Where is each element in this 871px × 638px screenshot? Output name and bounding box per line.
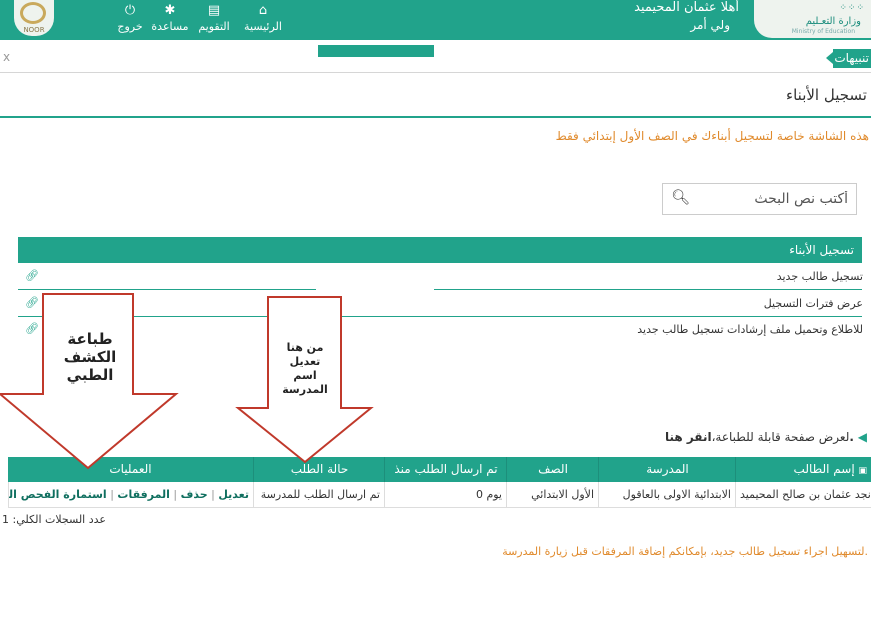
search-icon[interactable]: 🔍︎	[671, 188, 690, 206]
attachments-footnote: لتسهيل اجراء تسجيل طالب جديد، بإمكانكم إ…	[502, 545, 868, 558]
tab-bar-highlight	[318, 45, 434, 57]
title-divider	[0, 116, 871, 118]
callout-edit-school: من هنا تعديل اسم المدرسة	[272, 341, 338, 397]
tab-notifications[interactable]: تنبيهات	[826, 49, 871, 68]
callout-line: من هنا	[286, 341, 324, 354]
attachments-link[interactable]: المرفقات	[117, 488, 169, 501]
callout-line: تعديل	[289, 355, 321, 368]
callout-line: الكشف الطبي	[63, 348, 117, 384]
table-row: نجد عثمان بن صالح المحيميد الابتدائية ال…	[8, 482, 871, 508]
gear-icon: ✱	[164, 3, 176, 18]
column-header-status: حالة الطلب	[253, 457, 385, 482]
ministry-name: وزارة التعـليم	[805, 16, 861, 27]
tab-bar: x تنبيهات	[0, 45, 871, 73]
row-divider	[18, 316, 862, 317]
search-box: 🔍︎	[662, 183, 857, 215]
ministry-logo: ⁘⁘⁘ وزارة التعـليم Ministry of Education	[754, 0, 871, 38]
callout-medical-print: طباعة الكشف الطبي	[50, 330, 130, 384]
column-header-school: المدرسة	[598, 457, 736, 482]
noor-logo: NOOR	[14, 0, 54, 36]
print-link-prefix: لعرض صفحة قابلة للطباعة،	[711, 430, 850, 444]
column-header-since: تم ارسال الطلب منذ	[384, 457, 507, 482]
link-icon[interactable]: 🔗︎	[25, 269, 39, 282]
medical-form-link[interactable]: استمارة الفحص الطبي الميداني	[9, 488, 107, 501]
nav-calendar-label: التقويم	[198, 20, 230, 33]
table-header: إسم الطالب ▣ المدرسة الصف تم ارسال الطلب…	[8, 457, 871, 482]
nav-logout-label: خروج	[117, 20, 143, 33]
calendar-icon: ▤	[207, 3, 221, 18]
page-title: تسجيل الأبناء	[786, 86, 867, 104]
nav-logout[interactable]: ⏻ خروج	[110, 0, 150, 40]
callout-line: المدرسة	[282, 383, 328, 396]
panel-heading: تسجيل الأبناء	[18, 237, 862, 263]
noor-logo-text: NOOR	[23, 26, 45, 34]
link-icon[interactable]: 🔗︎	[25, 322, 39, 335]
cell-status: تم ارسال الطلب للمدرسة	[253, 482, 384, 507]
records-total: عدد السجلات الكلي: 1	[2, 513, 106, 526]
column-header-student[interactable]: إسم الطالب ▣	[735, 457, 871, 482]
row-divider	[434, 289, 862, 290]
panel-item-new-student[interactable]: تسجيل طالب جديد	[777, 270, 863, 283]
ministry-name-en: Ministry of Education	[791, 28, 855, 35]
search-input[interactable]	[706, 190, 850, 208]
home-icon: ⌂	[258, 3, 268, 18]
cell-grade: الأول الابتدائي	[506, 482, 598, 507]
cell-student: نجد عثمان بن صالح المحيميد	[735, 482, 871, 507]
close-icon[interactable]: x	[3, 50, 10, 64]
nav-home-label: الرئيسية	[244, 20, 282, 33]
link-icon[interactable]: 🔗︎	[25, 296, 39, 309]
noor-logo-ring-icon	[20, 2, 46, 24]
panel-item-periods[interactable]: عرض فترات التسجيل	[764, 297, 863, 310]
top-navigation-bar: NOOR ⏻ خروج ✱ مساعدة ▤ التقويم ⌂ الرئيسي…	[0, 0, 871, 40]
column-header-grade: الصف	[506, 457, 599, 482]
cell-operations: تعديل | حذف | المرفقات | استمارة الفحص ا…	[8, 482, 253, 507]
page-notice: هذه الشاشة خاصة لتسجيل أبناءك في الصف ال…	[555, 129, 869, 143]
print-link[interactable]: لعرض صفحة قابلة للطباعة،انقر هنا. ◀	[665, 430, 867, 444]
column-header-student-label: إسم الطالب	[793, 462, 855, 476]
column-header-operations: العمليات	[109, 462, 152, 476]
sort-icon[interactable]: ▣	[858, 466, 867, 476]
nav-calendar[interactable]: ▤ التقويم	[194, 0, 234, 40]
caret-left-icon: ◀	[857, 430, 867, 444]
row-divider	[18, 289, 316, 290]
callout-arrows	[0, 293, 374, 470]
nav-home[interactable]: ⌂ الرئيسية	[238, 0, 288, 40]
ministry-logo-dots-icon: ⁘⁘⁘	[839, 3, 865, 13]
nav-help-label: مساعدة	[151, 20, 189, 33]
panel-item-guidelines[interactable]: للاطلاع وتحميل ملف إرشادات تسجيل طالب جد…	[637, 323, 863, 336]
edit-link[interactable]: تعديل	[218, 488, 249, 501]
user-role: ولي أمر	[690, 18, 730, 32]
callout-line: اسم	[293, 369, 317, 382]
cell-since: 0 يوم	[384, 482, 506, 507]
callout-line: طباعة	[67, 330, 113, 348]
cell-school: الابتدائية الاولى بالعاقول	[598, 482, 735, 507]
user-greeting: أهلا عثمان المحيميد	[634, 0, 739, 15]
power-icon: ⏻	[124, 3, 136, 18]
delete-link[interactable]: حذف	[181, 488, 208, 501]
nav-help[interactable]: ✱ مساعدة	[150, 0, 190, 40]
